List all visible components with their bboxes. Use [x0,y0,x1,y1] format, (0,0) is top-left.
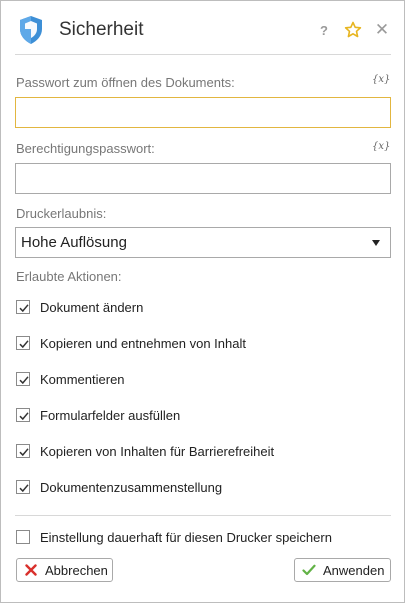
checkbox-edit-document[interactable]: Dokument ändern [16,299,143,315]
checkbox-label: Kopieren und entnehmen von Inhalt [40,335,246,351]
favorite-star-icon[interactable] [343,19,363,41]
apply-button[interactable]: Anwenden [294,558,391,582]
close-button[interactable]: ✕ [372,19,392,41]
permission-password-label: Berechtigungspasswort: [16,141,155,156]
open-password-input[interactable] [15,97,391,128]
checkbox-label: Formularfelder ausfüllen [40,407,181,423]
checkbox-unchecked-icon[interactable] [16,530,30,544]
checkbox-accessibility-copy[interactable]: Kopieren von Inhalten für Barrierefreihe… [16,443,274,459]
page-title: Sicherheit [59,19,144,40]
checkbox-checked-icon[interactable] [16,408,30,422]
checkbox-checked-icon[interactable] [16,300,30,314]
checkbox-checked-icon[interactable] [16,372,30,386]
open-password-label: Passwort zum öffnen des Dokuments: [16,75,235,90]
security-panel: Sicherheit ? ✕ Passwort zum öffnen des D… [0,0,405,603]
allowed-actions-label: Erlaubte Aktionen: [16,269,122,284]
checkbox-label: Einstellung dauerhaft für diesen Drucker… [40,529,332,545]
shield-icon [18,15,44,45]
divider [15,515,391,516]
checkbox-comment[interactable]: Kommentieren [16,371,125,387]
checkbox-fill-forms[interactable]: Formularfelder ausfüllen [16,407,180,423]
checkbox-copy-extract[interactable]: Kopieren und entnehmen von Inhalt [16,335,246,351]
close-x-icon [24,563,38,577]
checkbox-label: Kopieren von Inhalten für Barrierefreihe… [40,443,275,459]
checkbox-label: Dokumentenzusammenstellung [40,479,223,495]
header-divider [15,54,391,55]
checkbox-checked-icon[interactable] [16,336,30,350]
cancel-button-label: Abbrechen [45,562,108,578]
variable-icon[interactable]: {x} [372,141,390,152]
checkbox-label: Dokument ändern [40,299,144,315]
permission-password-input[interactable] [15,163,391,194]
help-button[interactable]: ? [314,19,334,41]
checkbox-label: Kommentieren [40,371,125,387]
checkbox-checked-icon[interactable] [16,444,30,458]
checkbox-document-assembly[interactable]: Dokumentenzusammenstellung [16,479,222,495]
checkmark-icon [302,563,316,577]
checkbox-checked-icon[interactable] [16,480,30,494]
apply-button-label: Anwenden [323,562,385,578]
variable-icon[interactable]: {x} [372,74,390,85]
cancel-button[interactable]: Abbrechen [16,558,113,582]
checkbox-save-setting[interactable]: Einstellung dauerhaft für diesen Drucker… [16,529,332,545]
printing-select[interactable]: Hohe Auflösung [15,227,391,258]
panel-header: Sicherheit ? ✕ [1,1,404,55]
printing-selected-value: Hohe Auflösung [21,234,127,251]
printing-label: Druckerlaubnis: [16,206,107,221]
dropdown-arrow-icon [372,240,380,246]
